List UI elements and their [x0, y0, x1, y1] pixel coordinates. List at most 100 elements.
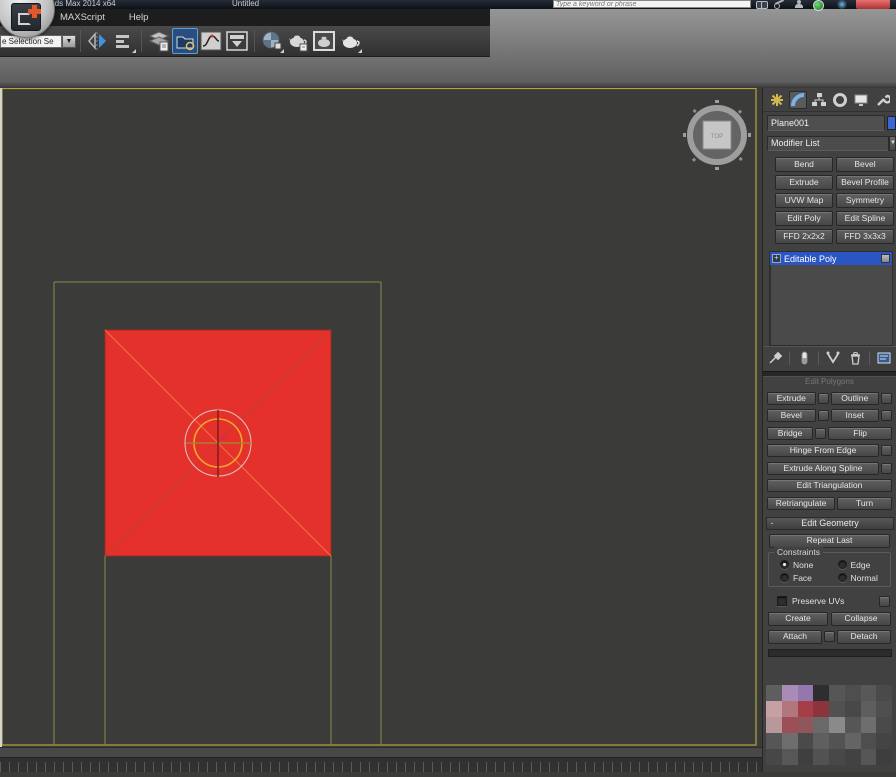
- turn-button[interactable]: Turn: [837, 497, 892, 510]
- account-person-icon[interactable]: [794, 0, 806, 8]
- stack-visibility-icon[interactable]: [881, 254, 890, 263]
- layer-manager-button[interactable]: [146, 28, 172, 54]
- tab-motion[interactable]: [831, 91, 849, 109]
- bevel-settings-box[interactable]: [818, 410, 829, 421]
- collapse-button[interactable]: Collapse: [831, 612, 891, 626]
- modify-icon: [790, 92, 806, 108]
- tab-hierarchy[interactable]: [810, 91, 828, 109]
- hinge-from-edge-button[interactable]: Hinge From Edge: [767, 444, 879, 457]
- show-end-result-button[interactable]: [793, 349, 815, 367]
- rendered-frame-window-button[interactable]: [311, 28, 337, 54]
- constraint-radio-none[interactable]: None: [772, 560, 830, 570]
- minimize-button[interactable]: [836, 0, 848, 9]
- preserve-uvs-settings-box[interactable]: [879, 596, 890, 607]
- sign-in-key-icon[interactable]: [774, 0, 786, 8]
- edit-triangulation-button[interactable]: Edit Triangulation: [767, 479, 892, 492]
- extrude-settings-box[interactable]: [818, 393, 829, 404]
- modifier-button-edit-poly[interactable]: Edit Poly: [775, 211, 833, 226]
- modifier-button-ffd-2x2x2[interactable]: FFD 2x2x2: [775, 229, 833, 244]
- constraint-radio-face[interactable]: Face: [772, 573, 830, 583]
- preserve-uvs-checkbox[interactable]: [777, 596, 787, 606]
- object-name-field[interactable]: Plane001: [767, 115, 885, 131]
- mosaic-cell: [813, 749, 829, 765]
- mirror-button[interactable]: [85, 28, 111, 54]
- bridge-button[interactable]: Bridge: [767, 427, 813, 440]
- bridge-settings-box[interactable]: [815, 428, 826, 439]
- inset-settings-box[interactable]: [881, 410, 892, 421]
- modifier-button-edit-spline[interactable]: Edit Spline: [836, 211, 894, 226]
- render-production-button[interactable]: [337, 28, 363, 54]
- gizmo-axis-label: z: [221, 433, 225, 442]
- search-binoculars-icon[interactable]: [756, 0, 768, 8]
- rollout-edit-geometry-title: Edit Geometry: [777, 518, 883, 528]
- constraint-radio-edge[interactable]: Edge: [830, 560, 888, 570]
- tab-create[interactable]: [768, 91, 786, 109]
- rollout-edit-polygons-header[interactable]: Edit Polygons: [763, 377, 896, 387]
- tab-display[interactable]: [852, 91, 870, 109]
- extrude-along-spline-settings-box[interactable]: [881, 463, 892, 474]
- modifier-button-ffd-3x3x3[interactable]: FFD 3x3x3: [836, 229, 894, 244]
- modifier-button-bevel-profile[interactable]: Bevel Profile: [836, 175, 894, 190]
- modifier-button-bevel[interactable]: Bevel: [836, 157, 894, 172]
- attach-settings-box[interactable]: [824, 631, 835, 642]
- object-color-swatch[interactable]: [887, 116, 896, 130]
- close-button[interactable]: [856, 0, 890, 9]
- timeline-track-bar[interactable]: [0, 757, 762, 772]
- curve-editor-button[interactable]: [198, 28, 224, 54]
- modifier-list-arrow[interactable]: ▼: [889, 136, 896, 151]
- align-button[interactable]: [111, 28, 137, 54]
- bevel-button[interactable]: Bevel: [767, 409, 816, 422]
- render-setup-button[interactable]: [285, 28, 311, 54]
- detach-button[interactable]: Detach: [837, 630, 891, 644]
- rollout-edit-geometry-header[interactable]: - Edit Geometry: [766, 517, 894, 530]
- folder-icon: [174, 30, 196, 52]
- named-selection-sets-arrow[interactable]: ▼: [62, 35, 76, 48]
- pin-stack-button[interactable]: [764, 349, 786, 367]
- configure-modifier-sets-button[interactable]: [873, 349, 895, 367]
- track-bar-upper: [0, 747, 762, 757]
- modifier-button-extrude[interactable]: Extrude: [775, 175, 833, 190]
- material-sphere-icon: [260, 29, 284, 53]
- create-button[interactable]: Create: [768, 612, 828, 626]
- infocenter-globe-icon[interactable]: [813, 0, 823, 9]
- stack-item-editable-poly[interactable]: Editable Poly: [770, 252, 892, 265]
- tab-modify[interactable]: [789, 91, 807, 109]
- attach-button[interactable]: Attach: [768, 630, 822, 644]
- material-editor-button[interactable]: [259, 28, 285, 54]
- make-unique-button[interactable]: [822, 349, 844, 367]
- modifier-button-uvw-map[interactable]: UVW Map: [775, 193, 833, 208]
- inset-button[interactable]: Inset: [831, 409, 880, 422]
- scene-explorer-button[interactable]: [172, 28, 198, 54]
- mosaic-cell: [829, 749, 845, 765]
- viewport-top[interactable]: z TOP: [0, 88, 762, 772]
- constraint-radio-normal[interactable]: Normal: [830, 573, 888, 583]
- repeat-last-button[interactable]: Repeat Last: [769, 534, 890, 548]
- tab-utilities[interactable]: [873, 91, 891, 109]
- retriangulate-button[interactable]: Retriangulate: [767, 497, 835, 510]
- extrude-button[interactable]: Extrude: [767, 392, 816, 405]
- rollout-collapse-icon[interactable]: -: [767, 518, 777, 528]
- modifier-button-symmetry[interactable]: Symmetry: [836, 193, 894, 208]
- mosaic-cell: [782, 685, 798, 701]
- flip-button[interactable]: Flip: [828, 427, 892, 440]
- stack-expand-icon[interactable]: [772, 254, 781, 263]
- modifier-button-bend[interactable]: Bend: [775, 157, 833, 172]
- menu-maxscript[interactable]: MAXScript: [48, 12, 117, 23]
- title-bar: sk 3ds Max 2014 x64 Untitled: [0, 0, 896, 9]
- hinge-from-edge-settings-box[interactable]: [881, 445, 892, 456]
- viewport-canvas: z TOP: [0, 88, 762, 772]
- mosaic-cell: [876, 685, 892, 701]
- mosaic-cell: [829, 701, 845, 717]
- modifier-stack[interactable]: Editable Poly: [769, 251, 893, 346]
- infocenter-search-input[interactable]: [553, 0, 751, 8]
- modifier-list-dropdown[interactable]: Modifier List: [767, 136, 889, 151]
- viewcube[interactable]: TOP: [683, 100, 751, 170]
- rotate-gizmo[interactable]: z: [185, 410, 251, 477]
- menu-help[interactable]: Help: [117, 12, 161, 23]
- radio-dot: [780, 573, 789, 582]
- outline-settings-box[interactable]: [881, 393, 892, 404]
- remove-modifier-button[interactable]: [844, 349, 866, 367]
- outline-button[interactable]: Outline: [831, 392, 880, 405]
- extrude-along-spline-button[interactable]: Extrude Along Spline: [767, 462, 879, 475]
- schematic-view-button[interactable]: [224, 28, 250, 54]
